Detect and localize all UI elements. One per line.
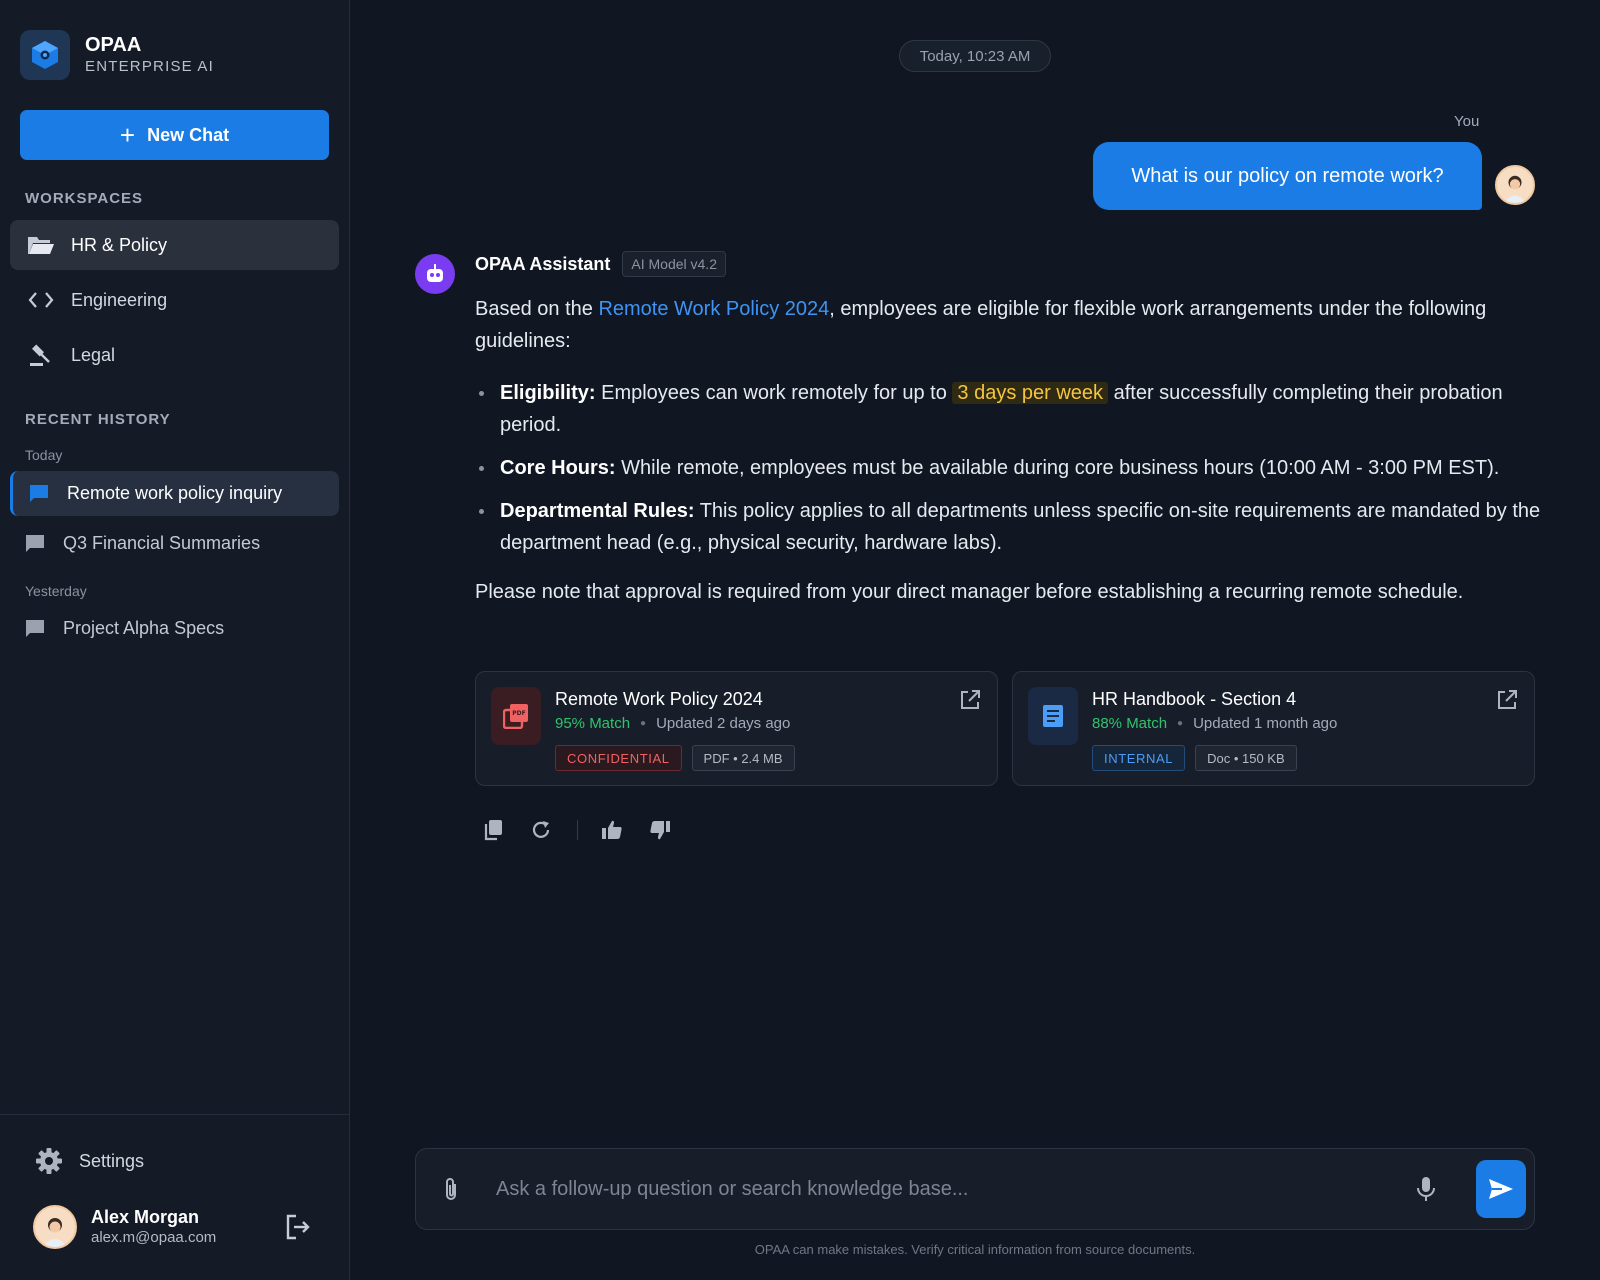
message-actions [481,818,696,842]
brand-subtitle: ENTERPRISE AI [85,58,214,75]
user-email: alex.m@opaa.com [91,1229,217,1246]
external-link-icon[interactable] [1496,689,1518,711]
user-profile[interactable]: Alex Morgan alex.m@opaa.com [33,1205,216,1249]
history-item-project-alpha[interactable]: Project Alpha Specs [10,606,339,651]
history-label: Project Alpha Specs [63,618,225,638]
chat-bubble-icon [29,483,51,505]
history-item-remote-work[interactable]: Remote work policy inquiry [10,471,339,516]
list-item: Core Hours: While remote, employees must… [475,452,1555,484]
avatar [1495,165,1535,205]
settings-button[interactable]: Settings [35,1147,144,1175]
assistant-answer: Based on the Remote Work Policy 2024, em… [475,293,1555,608]
source-meta: 95% Match ● Updated 2 days ago [555,715,791,732]
workspace-item-engineering[interactable]: Engineering [10,275,339,325]
assistant-name: OPAA Assistant [475,253,611,274]
paperclip-icon[interactable] [440,1177,464,1203]
microphone-icon[interactable] [1416,1176,1440,1204]
answer-note: Please note that approval is required fr… [475,581,1464,603]
policy-link[interactable]: Remote Work Policy 2024 [598,298,829,320]
robot-icon [415,254,455,294]
updated-text: Updated 2 days ago [656,715,791,732]
settings-label: Settings [79,1150,145,1171]
match-score: 88% Match [1092,715,1168,732]
copy-icon[interactable] [481,818,505,842]
highlight: 3 days per week [952,382,1109,404]
user-message-bubble: What is our policy on remote work? [1093,142,1482,210]
plus-icon: + [119,120,136,150]
assistant-header: OPAA Assistant AI Model v4.2 [475,251,726,277]
code-icon [27,288,55,312]
sidebar: OPAA ENTERPRISE AI + New Chat WORKSPACES… [0,0,350,1280]
logout-icon[interactable] [284,1213,312,1241]
thumbs-up-icon[interactable] [600,818,624,842]
chat-main: Today, 10:23 AM You What is our policy o… [351,0,1600,1280]
history-label: Remote work policy inquiry [67,483,283,503]
brand-name: OPAA [85,34,142,56]
folder-open-icon [27,233,55,257]
chat-bubble-icon [25,618,47,640]
updated-text: Updated 1 month ago [1193,715,1338,732]
source-card-hr-handbook[interactable]: HR Handbook - Section 4 88% Match ● Upda… [1012,671,1535,786]
pdf-file-icon: PDF [491,687,541,745]
send-icon [1489,1179,1513,1199]
history-item-q3-financial[interactable]: Q3 Financial Summaries [10,521,339,566]
brand: OPAA ENTERPRISE AI [20,30,214,80]
user-name: Alex Morgan [91,1207,200,1227]
classification-badge: CONFIDENTIAL [555,745,682,771]
external-link-icon[interactable] [959,689,981,711]
list-item: Eligibility: Employees can work remotely… [475,377,1555,441]
today-label: Today [25,447,63,463]
classification-badge: INTERNAL [1092,745,1186,771]
match-score: 95% Match [555,715,631,732]
regenerate-icon[interactable] [529,818,553,842]
chat-input[interactable] [496,1169,1396,1209]
send-button[interactable] [1476,1160,1526,1218]
you-label: You [1454,113,1480,130]
workspaces-heading: WORKSPACES [25,190,144,207]
gavel-icon [27,343,55,367]
source-title: HR Handbook - Section 4 [1092,689,1297,709]
avatar [33,1205,77,1249]
answer-intro: Based on the Remote Work Policy 2024, em… [475,298,1487,352]
thumbs-down-icon[interactable] [648,818,672,842]
gear-icon [35,1147,63,1175]
source-title: Remote Work Policy 2024 [555,689,763,709]
chat-bubble-icon [25,533,47,555]
timestamp-pill: Today, 10:23 AM [899,40,1051,72]
new-chat-label: New Chat [147,124,230,145]
workspace-item-legal[interactable]: Legal [10,330,339,380]
source-meta: 88% Match ● Updated 1 month ago [1092,715,1338,732]
cube-logo-icon [20,30,70,80]
guidelines-list: Eligibility: Employees can work remotely… [475,377,1555,559]
recent-history-heading: RECENT HISTORY [25,411,171,428]
workspace-label: Engineering [71,289,168,310]
model-version-badge: AI Model v4.2 [622,251,726,277]
new-chat-button[interactable]: + New Chat [20,110,329,160]
workspace-label: HR & Policy [71,234,168,255]
history-label: Q3 Financial Summaries [63,533,261,553]
workspace-item-hr-policy[interactable]: HR & Policy [10,220,339,270]
file-info-badge: PDF • 2.4 MB [691,745,795,771]
sidebar-footer: Settings Alex Morgan alex.m@opaa.com [0,1114,350,1280]
yesterday-label: Yesterday [25,583,87,599]
disclaimer-text: OPAA can make mistakes. Verify critical … [754,1242,1196,1257]
svg-text:PDF: PDF [512,710,525,717]
workspace-label: Legal [71,344,116,365]
source-card-remote-work-policy[interactable]: PDF Remote Work Policy 2024 95% Match ● … [475,671,998,786]
file-info-badge: Doc • 150 KB [1195,745,1297,771]
list-item: Departmental Rules: This policy applies … [475,495,1555,559]
message-composer [415,1148,1535,1230]
document-icon [1028,687,1078,745]
